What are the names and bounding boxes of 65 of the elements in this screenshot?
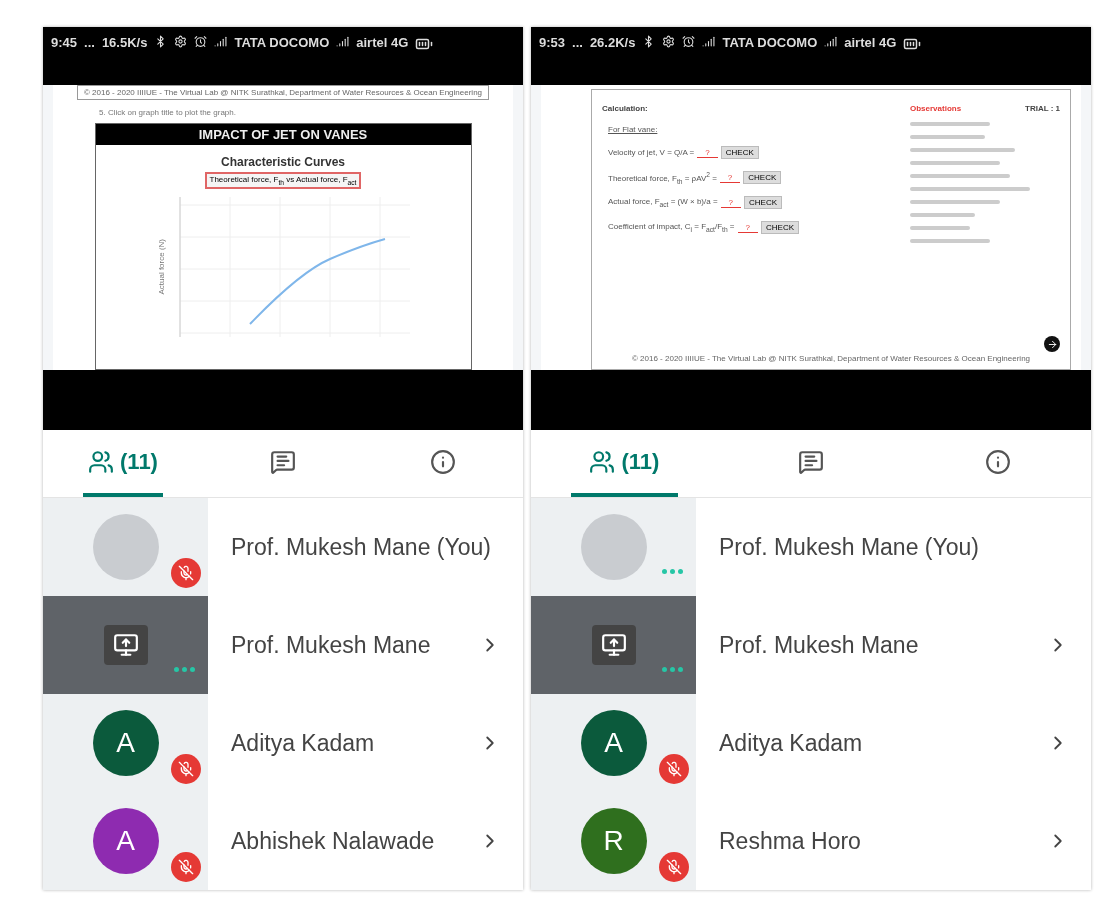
signal-icon bbox=[336, 35, 350, 48]
info-icon bbox=[984, 448, 1011, 475]
chart-title: Characteristic Curves bbox=[220, 155, 346, 169]
check-button[interactable]: CHECK bbox=[720, 146, 759, 159]
blurred-text-line bbox=[910, 226, 970, 230]
participant-name[interactable]: Aditya Kadam bbox=[208, 729, 479, 757]
alarm-icon bbox=[682, 35, 696, 48]
carrier-name: airtel 4G bbox=[356, 35, 409, 50]
info-icon bbox=[430, 448, 456, 475]
instruction-text: 5. Click on graph title to plot the graph. bbox=[99, 108, 236, 117]
observations-heading: Observations bbox=[910, 104, 962, 113]
network-speed: 26.2K/s bbox=[589, 35, 636, 50]
people-icon bbox=[589, 448, 616, 475]
letter-avatar: A bbox=[92, 710, 159, 776]
trial-label: TRIAL : 1 bbox=[1025, 104, 1060, 113]
carrier-name: TATA DOCOMO bbox=[722, 35, 818, 50]
settings-icon bbox=[662, 35, 676, 48]
subheading: For Flat vane: bbox=[608, 125, 658, 134]
calculation-heading: Calculation: bbox=[602, 104, 649, 113]
participant-name[interactable]: Prof. Mukesh Mane (You) bbox=[696, 533, 1091, 561]
status-time: 9:53 bbox=[539, 35, 566, 50]
screen-share-icon bbox=[112, 632, 139, 658]
graph-title-button[interactable]: Theoretical force, F$_{th}$ vs Actual force, F$_{act}$ bbox=[204, 172, 362, 189]
participant-name[interactable]: Prof. Mukesh Mane (You) bbox=[208, 533, 523, 561]
blurred-text-line bbox=[910, 213, 975, 217]
participant-name[interactable]: Abhishek Nalawade bbox=[208, 827, 479, 855]
formula-label: Coefficient of impact, C$_{i}$ = F$_{act}$/F$_{th}$ = bbox=[608, 222, 735, 234]
carrier-name: airtel 4G bbox=[844, 35, 897, 50]
letter-avatar: A bbox=[580, 710, 647, 776]
answer-field[interactable]: ? bbox=[719, 172, 741, 183]
formula-label: Velocity of jet, V = Q/A = bbox=[608, 148, 695, 157]
next-button[interactable] bbox=[1044, 336, 1060, 352]
signal-icon bbox=[702, 35, 716, 48]
screen-share-icon bbox=[600, 632, 627, 658]
answer-field[interactable]: ? bbox=[697, 147, 718, 158]
chat-icon bbox=[798, 448, 824, 475]
status-time: 9:45 bbox=[51, 35, 78, 50]
network-speed: 16.5K/s bbox=[101, 35, 148, 50]
check-button[interactable]: CHECK bbox=[761, 221, 799, 235]
copyright-footer: © 2016 - 2020 IIIIUE - The Virtual Lab @ NITK Surathkal, Department of Water Resources & Ocean Engineering bbox=[76, 85, 490, 100]
answer-field[interactable]: ? bbox=[737, 222, 758, 233]
formula-label: Actual force, F$_{act}$ = (W × b)/a = bbox=[608, 197, 718, 209]
people-icon bbox=[88, 448, 115, 475]
signal-icon bbox=[214, 35, 228, 48]
status-dots: ... bbox=[84, 35, 95, 50]
formula-label: Theoretical force, F$_{th}$ = ρAV$^{2}$ = bbox=[608, 171, 717, 185]
participant-name[interactable]: Aditya Kadam bbox=[696, 729, 1047, 757]
arrow-icon bbox=[1046, 338, 1058, 350]
carrier-name: TATA DOCOMO bbox=[234, 35, 330, 50]
check-button[interactable]: CHECK bbox=[744, 196, 783, 210]
participant-name[interactable]: Reshma Horo bbox=[696, 827, 1047, 855]
chat-icon bbox=[270, 448, 296, 475]
participant-name[interactable]: Prof. Mukesh Mane bbox=[208, 631, 479, 659]
signal-icon bbox=[824, 35, 838, 48]
check-button[interactable]: CHECK bbox=[743, 171, 782, 185]
axis-label: Actual force (N) bbox=[156, 238, 166, 295]
status-dots: ... bbox=[572, 35, 583, 50]
participant-name[interactable]: Prof. Mukesh Mane bbox=[696, 631, 1047, 659]
letter-avatar: A bbox=[92, 808, 159, 874]
page-banner: IMPACT OF JET ON VANES bbox=[95, 124, 471, 145]
copyright-footer: © 2016 - 2020 IIIIUE - The Virtual Lab @ NITK Surathkal, Department of Water Resources & Ocean Engineering bbox=[602, 352, 1060, 365]
settings-icon bbox=[174, 35, 188, 48]
alarm-icon bbox=[194, 35, 208, 48]
answer-field[interactable]: ? bbox=[720, 197, 742, 208]
letter-avatar: R bbox=[580, 808, 647, 874]
